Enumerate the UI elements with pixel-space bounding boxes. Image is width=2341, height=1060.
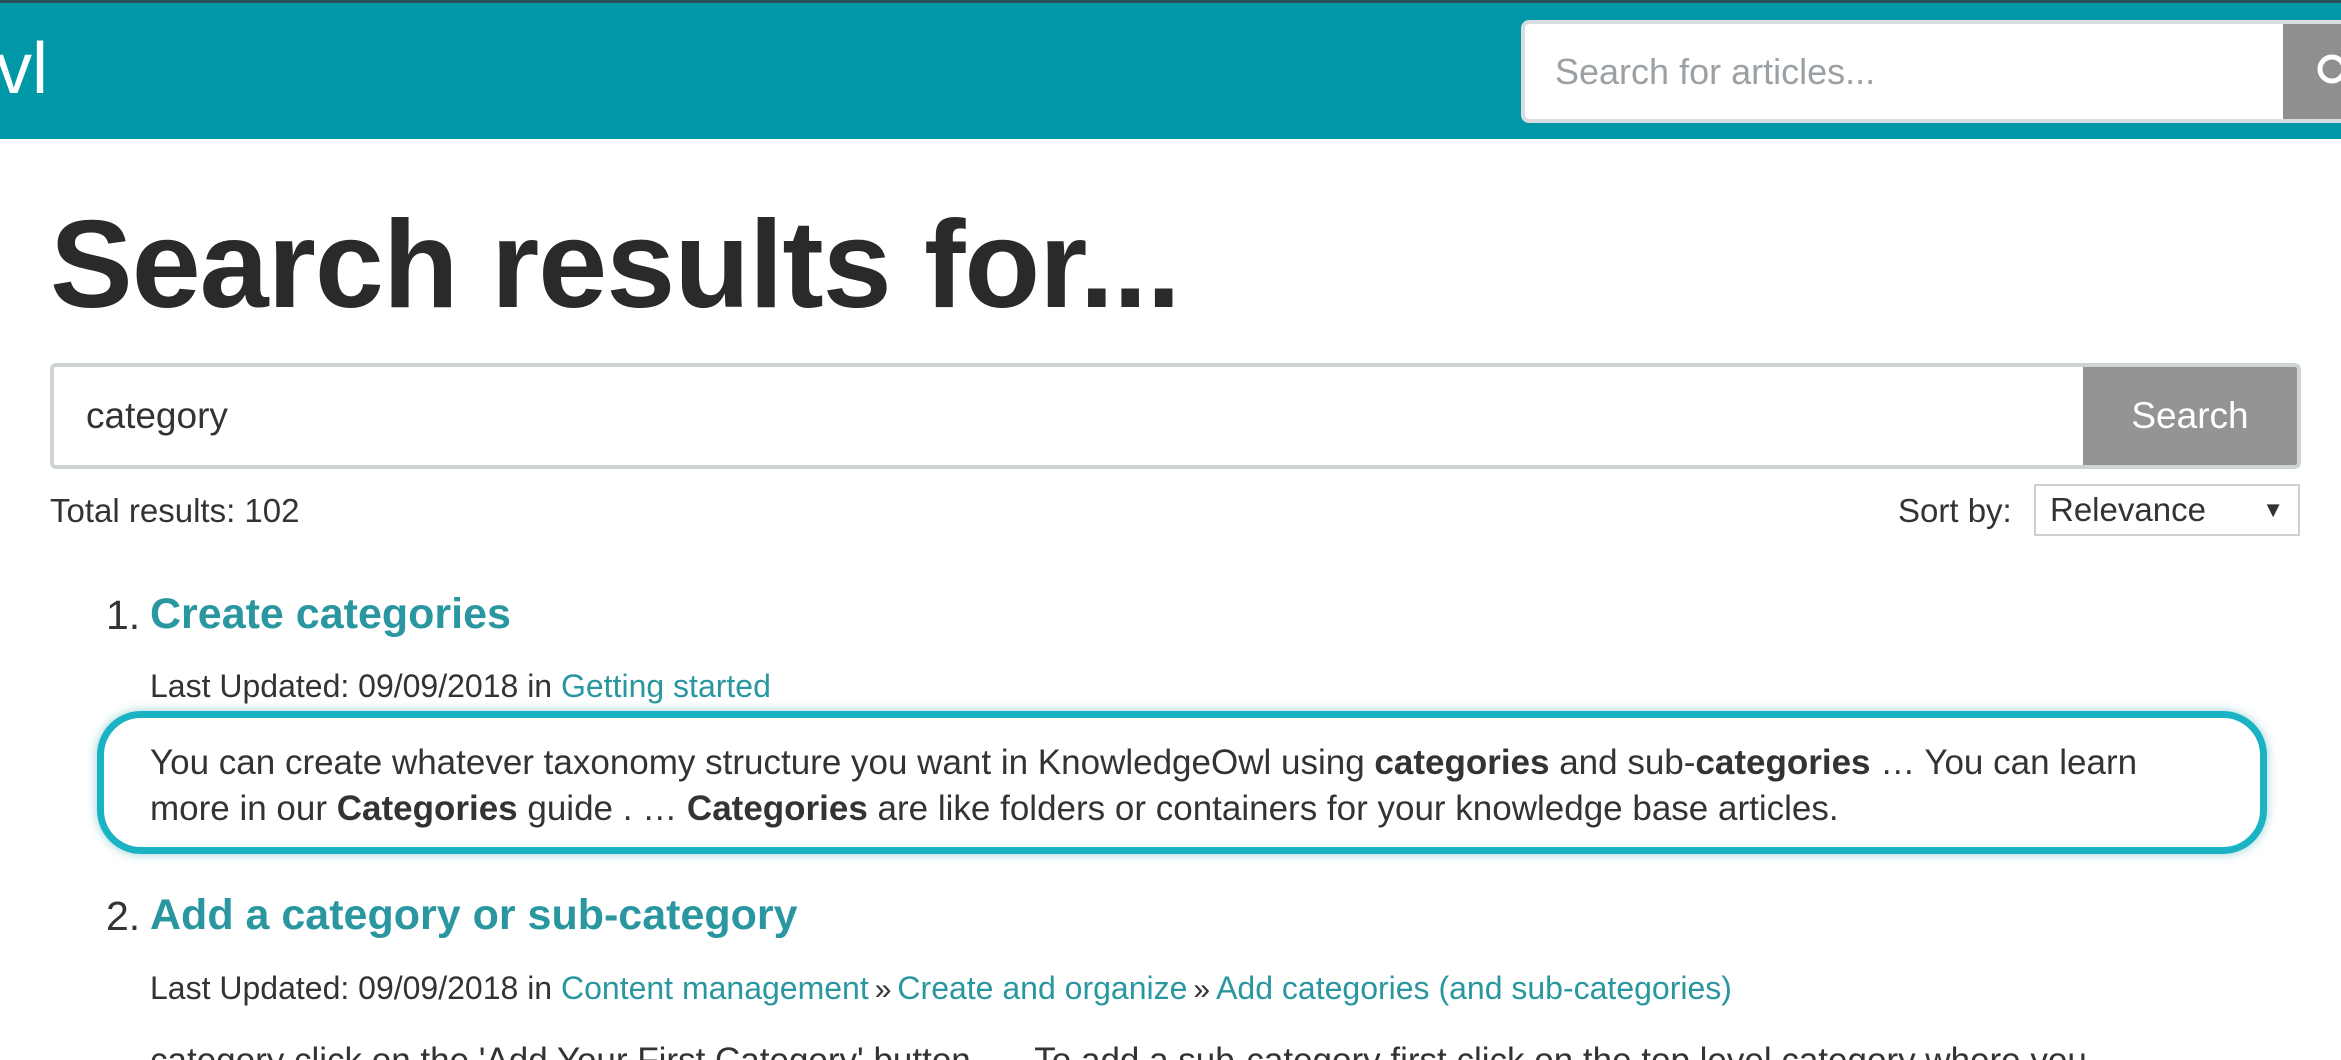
breadcrumb-separator: » (1193, 973, 1211, 1006)
search-button[interactable]: Search (2083, 367, 2297, 465)
main-search-box: Search (50, 363, 2301, 469)
result-meta: Last Updated: 09/09/2018 in Getting star… (150, 668, 771, 705)
breadcrumb-separator: » (874, 973, 892, 1006)
result-meta: Last Updated: 09/09/2018 in Content mana… (150, 970, 1732, 1007)
top-header-bar: vl (0, 0, 2341, 139)
site-logo[interactable]: vl (0, 29, 48, 109)
search-icon (2317, 54, 2341, 84)
result-title-link[interactable]: Create categories (150, 590, 511, 639)
result-title-link[interactable]: Add a category or sub-category (150, 891, 798, 940)
header-search-button[interactable] (2283, 24, 2341, 119)
sort-select[interactable]: Relevance ▼ (2034, 484, 2300, 536)
breadcrumb-link[interactable]: Getting started (561, 668, 771, 704)
breadcrumb-link[interactable]: Add categories (and sub-categories) (1216, 970, 1732, 1006)
snippet-text: are like folders or containers for your … (867, 789, 1839, 828)
header-search-box (1521, 20, 2341, 123)
snippet-text: … You can learn (1870, 743, 2138, 782)
snippet-keyword: Categories (686, 789, 868, 828)
sort-label: Sort by: (1898, 492, 2012, 529)
snippet-text: more in our (150, 789, 337, 828)
result-number: 2. (106, 893, 141, 939)
last-updated-text: Last Updated: 09/09/2018 in (150, 668, 553, 704)
header-search-input[interactable] (1525, 24, 2285, 119)
snippet-text: You can create whatever taxonomy structu… (150, 743, 1375, 782)
last-updated-text: Last Updated: 09/09/2018 in (150, 970, 553, 1006)
snippet-text: guide . … (517, 789, 687, 828)
breadcrumb-link[interactable]: Content management (561, 970, 869, 1006)
page-title: Search results for... (50, 196, 1181, 334)
breadcrumb-link[interactable]: Create and organize (897, 970, 1187, 1006)
main-search-input[interactable] (54, 367, 2084, 465)
total-results: Total results: 102 (50, 492, 300, 529)
sort-selected-value: Relevance (2050, 491, 2206, 528)
result-snippet-partial: category click on the 'Add Your First Ca… (150, 1038, 2270, 1060)
snippet-keyword: categories (1695, 743, 1871, 782)
result-snippet: You can create whatever taxonomy structu… (150, 740, 2230, 832)
caret-down-icon: ▼ (2262, 497, 2284, 522)
result-number: 1. (106, 592, 141, 638)
snippet-keyword: categories (1374, 743, 1550, 782)
snippet-line-1: You can create whatever taxonomy structu… (150, 740, 2230, 786)
snippet-line-2: more in our Categories guide . … Categor… (150, 786, 2230, 832)
snippet-text: and sub- (1549, 743, 1696, 782)
snippet-keyword: Categories (336, 789, 518, 828)
